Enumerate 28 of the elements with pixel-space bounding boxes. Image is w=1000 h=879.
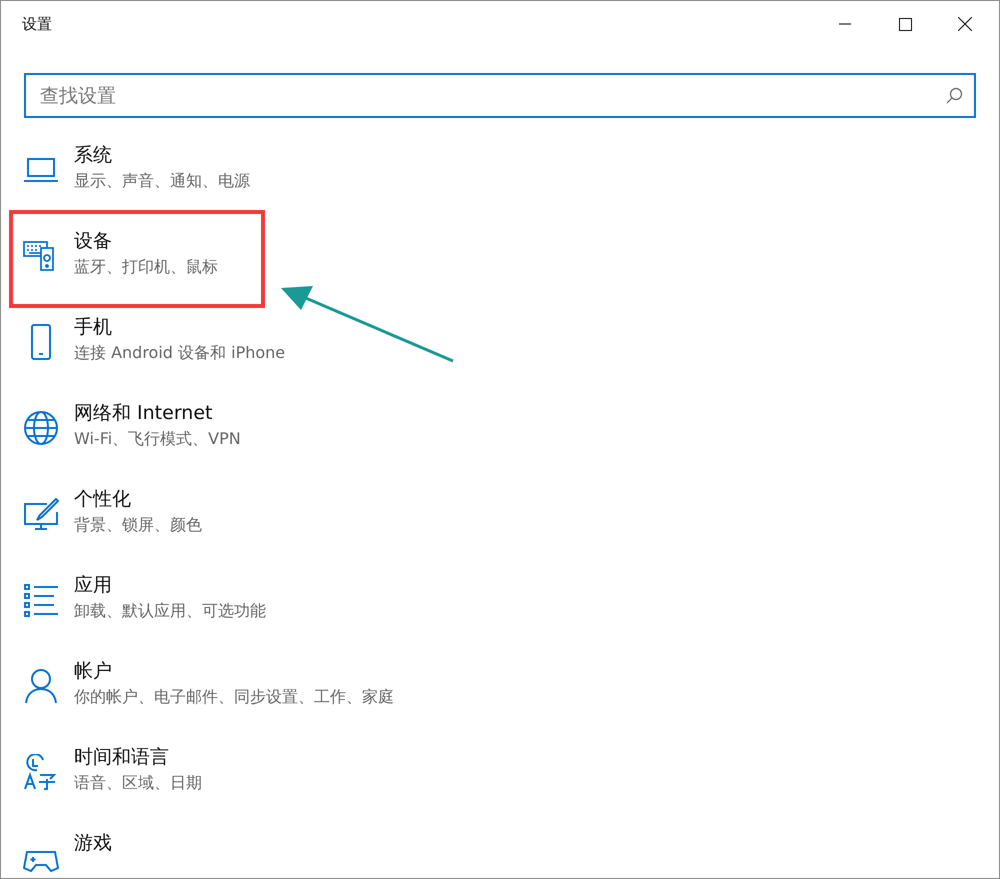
category-description: 你的帐户、电子邮件、同步设置、工作、家庭	[74, 686, 394, 708]
close-icon	[958, 17, 972, 31]
category-description: 显示、声音、通知、电源	[74, 170, 250, 192]
category-title: 个性化	[74, 487, 132, 512]
globe-icon	[23, 410, 59, 446]
search-icon	[946, 87, 963, 104]
category-description: 蓝牙、打印机、鼠标	[74, 256, 218, 278]
pen-monitor-icon	[23, 496, 59, 532]
window-title: 设置	[22, 14, 53, 34]
category-description: 卸载、默认应用、可选功能	[74, 600, 266, 622]
category-title: 手机	[74, 315, 113, 340]
category-description: Wi-Fi、飞行模式、VPN	[74, 428, 241, 450]
category-title: 应用	[74, 573, 113, 598]
minimize-icon	[839, 23, 851, 25]
category-description: 连接 Android 设备和 iPhone	[74, 342, 286, 364]
category-title: 游戏	[74, 831, 112, 856]
category-title: 系统	[74, 143, 113, 168]
maximize-icon	[898, 18, 912, 30]
person-icon	[23, 668, 59, 704]
category-title: 网络和 Internet	[74, 401, 214, 426]
list-icon	[23, 582, 59, 618]
category-title: 帐户	[74, 659, 113, 684]
category-description: 背景、锁屏、颜色	[74, 514, 202, 536]
search-field[interactable]: 查找设置	[24, 73, 976, 118]
clock-letter-icon	[23, 754, 59, 790]
category-title: 设备	[74, 229, 113, 254]
category-description: 语音、区域、日期	[74, 772, 202, 794]
category-title: 时间和语言	[74, 745, 170, 770]
